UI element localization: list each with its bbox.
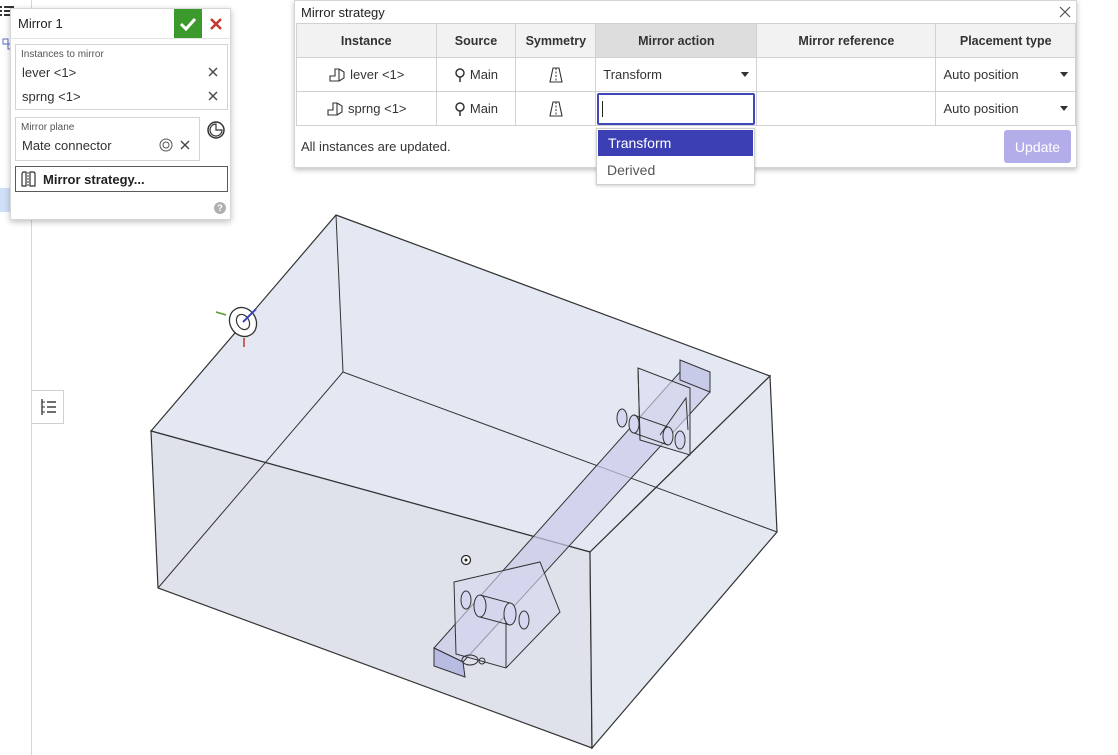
part-instance-icon [327, 101, 343, 116]
feature-dialog-header: Mirror 1 [11, 9, 230, 39]
mirror-feature-dialog: Mirror 1 Instances to mirror lever <1> s… [10, 8, 231, 220]
strategy-dialog-title: Mirror strategy [301, 4, 385, 20]
col-symmetry[interactable]: Symmetry [515, 23, 597, 58]
chevron-down-icon [1060, 72, 1068, 77]
col-source[interactable]: Source [435, 23, 517, 58]
workspace: Mirror 1 Instances to mirror lever <1> s… [0, 0, 1118, 755]
pin-upper-4 [674, 430, 686, 450]
pin-lower-4 [518, 610, 530, 630]
chevron-down-icon [741, 72, 750, 77]
col-instance[interactable]: Instance [296, 23, 437, 58]
status-text: All instances are updated. [301, 139, 451, 154]
pin-lower-2 [473, 594, 487, 618]
close-icon [1059, 6, 1071, 18]
instance-item-label: lever <1> [22, 64, 77, 80]
remove-icon[interactable] [207, 90, 219, 102]
symmetry-icon [549, 66, 563, 83]
instance-name: sprng <1> [347, 101, 407, 116]
strategy-table: Instance Source Symmetry Mirror action M… [296, 23, 1076, 126]
table-header-row: Instance Source Symmetry Mirror action M… [296, 23, 1076, 58]
help-icon[interactable]: ? [214, 202, 226, 214]
source-name: Main [469, 101, 499, 116]
mirror-plane-value-row[interactable]: Mate connector [16, 133, 199, 157]
strategy-dialog-header: Mirror strategy [295, 1, 1076, 23]
list-toggle-icon [40, 399, 56, 415]
pin-lower-1 [460, 590, 472, 610]
instance-name: lever <1> [350, 67, 405, 82]
col-placement-type[interactable]: Placement type [935, 23, 1076, 58]
accept-button[interactable] [174, 9, 202, 38]
mirror-action-input[interactable] [597, 92, 756, 125]
mirror-reference-cell[interactable] [756, 91, 937, 126]
source-cell[interactable]: Main [435, 57, 517, 92]
instance-list-toggle[interactable] [32, 390, 64, 424]
mirror-action-cell[interactable] [595, 91, 758, 126]
instances-to-mirror-field[interactable]: Instances to mirror lever <1> sprng <1> [15, 44, 228, 110]
mirror-plane-value: Mate connector [22, 137, 112, 153]
origin-point-dot [464, 558, 468, 562]
remove-icon[interactable] [179, 139, 191, 151]
instance-cell[interactable]: sprng <1> [296, 91, 437, 126]
symmetry-icon [549, 100, 563, 117]
feature-title: Mirror 1 [18, 16, 63, 31]
pin-upper-1 [616, 408, 628, 428]
mirror-strategy-button[interactable]: Mirror strategy... [15, 166, 228, 192]
text-cursor [602, 100, 604, 117]
instances-label: Instances to mirror [21, 49, 104, 60]
instance-cell[interactable]: lever <1> [296, 57, 437, 92]
table-row[interactable]: sprng <1> Main Auto position [296, 91, 1076, 126]
mirror-action-cell[interactable]: Transform [595, 57, 758, 92]
chevron-down-icon [1060, 106, 1068, 111]
mirror-plane-label: Mirror plane [21, 122, 75, 133]
mirror-strategy-label: Mirror strategy... [43, 171, 145, 187]
table-row[interactable]: lever <1> Main Transform Auto position [296, 57, 1076, 92]
placement-type-cell[interactable]: Auto position [935, 91, 1076, 126]
source-cell[interactable]: Main [435, 91, 517, 126]
placement-type-value: Auto position [943, 101, 1019, 116]
dropdown-option-transform[interactable]: Transform [598, 130, 753, 156]
symmetry-cell[interactable] [515, 57, 597, 92]
col-mirror-action[interactable]: Mirror action [595, 23, 758, 58]
placement-type-value: Auto position [943, 67, 1019, 82]
instance-item[interactable]: sprng <1> [16, 84, 227, 108]
mirror-strategy-icon [21, 171, 36, 187]
pin-upper-2 [628, 414, 640, 434]
mate-connector-icon [159, 138, 173, 152]
symmetry-cell[interactable] [515, 91, 597, 126]
instance-item[interactable]: lever <1> [16, 60, 227, 84]
source-pin-icon [455, 101, 465, 116]
pin-lower-3 [503, 602, 517, 626]
part-instance-icon [329, 67, 345, 82]
dropdown-option-derived[interactable]: Derived [597, 157, 754, 183]
instance-item-label: sprng <1> [22, 88, 81, 104]
cancel-button[interactable] [202, 9, 230, 38]
source-pin-icon [455, 67, 465, 82]
strategy-close-button[interactable] [1054, 1, 1076, 23]
remove-icon[interactable] [207, 66, 219, 78]
mirror-plane-field[interactable]: Mirror plane Mate connector [15, 117, 200, 161]
source-name: Main [469, 67, 499, 82]
mirror-action-dropdown: Transform Derived [596, 128, 755, 185]
mirror-reference-cell[interactable] [756, 57, 937, 92]
pin-upper-3 [662, 426, 674, 446]
create-mate-connector-icon[interactable] [206, 120, 226, 140]
mirror-action-value: Transform [603, 67, 663, 82]
placement-type-cell[interactable]: Auto position [935, 57, 1076, 92]
col-mirror-reference[interactable]: Mirror reference [756, 23, 937, 58]
close-icon [210, 17, 222, 30]
update-button[interactable]: Update [1004, 130, 1071, 163]
checkmark-icon [179, 17, 197, 31]
